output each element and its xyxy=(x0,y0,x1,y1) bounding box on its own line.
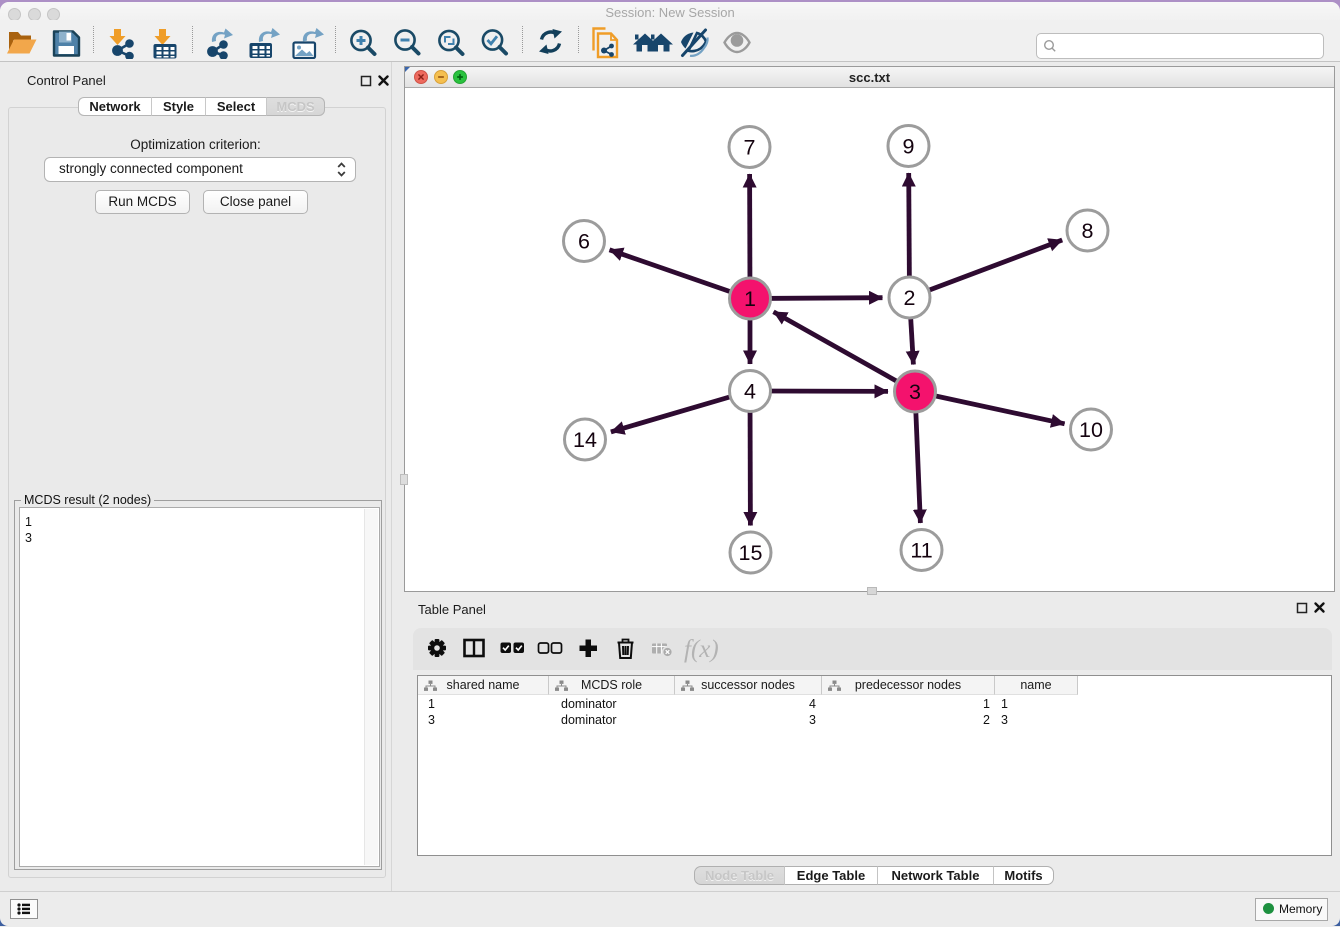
svg-text:4: 4 xyxy=(744,380,756,404)
svg-text:6: 6 xyxy=(578,230,590,254)
svg-text:15: 15 xyxy=(739,541,763,565)
svg-text:9: 9 xyxy=(903,135,915,159)
svg-text:f(x): f(x) xyxy=(684,636,719,663)
svg-text:2: 2 xyxy=(904,286,916,310)
svg-text:7: 7 xyxy=(744,136,756,160)
svg-text:10: 10 xyxy=(1079,418,1103,442)
svg-text:3: 3 xyxy=(909,380,921,404)
svg-text:11: 11 xyxy=(910,539,932,563)
svg-text:1: 1 xyxy=(744,287,756,311)
svg-text:8: 8 xyxy=(1082,219,1094,243)
svg-text:14: 14 xyxy=(573,428,597,452)
